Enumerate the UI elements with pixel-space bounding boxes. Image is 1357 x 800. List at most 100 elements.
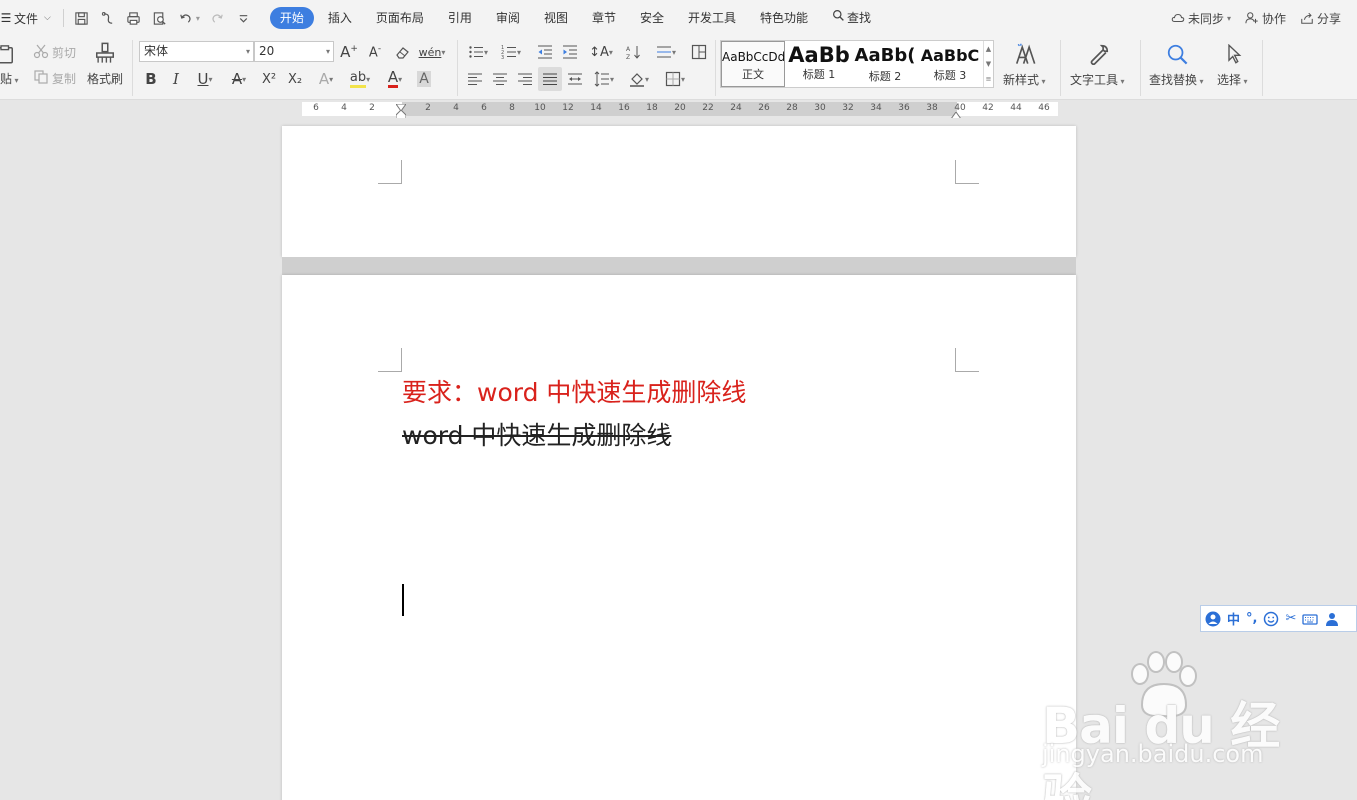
show-hide-marks-button[interactable] bbox=[688, 41, 710, 63]
style-heading-3[interactable]: AaBbC 标题 3 bbox=[918, 41, 982, 87]
right-indent-marker[interactable] bbox=[950, 109, 962, 120]
clear-format-button[interactable] bbox=[392, 41, 414, 63]
style-heading-2[interactable]: AaBb( 标题 2 bbox=[853, 41, 917, 87]
style-normal[interactable]: AaBbCcDd 正文 bbox=[721, 41, 785, 87]
ime-mode-toggle[interactable]: 中 bbox=[1227, 609, 1240, 628]
redo-button[interactable] bbox=[206, 6, 230, 30]
requirement-text[interactable]: 要求：word 中快速生成删除线 bbox=[402, 373, 746, 409]
align-left-button[interactable] bbox=[464, 68, 486, 90]
share-icon bbox=[1301, 12, 1313, 24]
style-heading-1[interactable]: AaBb 标题 1 bbox=[787, 41, 851, 87]
text-effect-button[interactable]: A ▾ bbox=[311, 68, 341, 90]
print-button[interactable] bbox=[122, 6, 146, 30]
horizontal-ruler[interactable]: 6 4 2 2 4 6 8 10 12 14 16 18 20 22 24 26 28 30 32 34 36 38 40 4… bbox=[0, 100, 1357, 120]
punctuation-icon[interactable]: °, bbox=[1246, 611, 1257, 626]
borders-button[interactable]: ▾ bbox=[661, 68, 689, 90]
tab-review[interactable]: 审阅 bbox=[486, 7, 530, 29]
tab-special-features[interactable]: 特色功能 bbox=[750, 7, 818, 29]
format-painter-button[interactable]: 格式刷 bbox=[87, 70, 123, 87]
cut-button[interactable]: 剪切 bbox=[52, 44, 76, 61]
copy-icon[interactable] bbox=[32, 68, 50, 86]
undo-dropdown-icon[interactable]: ▾ bbox=[196, 14, 200, 23]
line-spacing-adjust-button[interactable]: ▾ bbox=[652, 41, 680, 63]
underline-button[interactable]: U ▾ bbox=[190, 68, 220, 90]
tab-security[interactable]: 安全 bbox=[630, 7, 674, 29]
scissors-icon[interactable]: ✂ bbox=[1285, 611, 1296, 626]
numbering-button[interactable]: 1 2 3 ▾ bbox=[497, 41, 525, 63]
tab-section[interactable]: 章节 bbox=[582, 7, 626, 29]
copy-button[interactable]: 复制 bbox=[52, 70, 76, 87]
chevron-up-icon[interactable]: ▲ bbox=[986, 45, 991, 53]
tab-view[interactable]: 视图 bbox=[534, 7, 578, 29]
first-line-indent-marker[interactable] bbox=[395, 101, 407, 112]
strikethrough-text[interactable]: word 中快速生成删除线 bbox=[402, 416, 671, 452]
tab-home[interactable]: 开始 bbox=[269, 7, 314, 29]
page-1[interactable] bbox=[282, 126, 1076, 257]
align-center-button[interactable] bbox=[489, 68, 511, 90]
shading-button[interactable]: ▾ bbox=[625, 68, 653, 90]
justify-button[interactable] bbox=[538, 67, 562, 91]
file-menu[interactable]: ☰ 文件 ⌵ bbox=[0, 0, 57, 36]
sort-button[interactable]: AZ bbox=[623, 41, 645, 63]
new-style-button[interactable]: 新样式 ▾ bbox=[1003, 71, 1046, 88]
ime-logo-icon[interactable] bbox=[1205, 611, 1221, 627]
font-color-button[interactable]: A ▾ bbox=[380, 68, 410, 90]
tab-page-layout[interactable]: 页面布局 bbox=[366, 7, 434, 29]
output-pdf-button[interactable] bbox=[96, 6, 120, 30]
phonetic-guide-button[interactable]: wén ▾ bbox=[418, 41, 446, 63]
character-shading-button[interactable]: A bbox=[414, 68, 434, 90]
expand-gallery-icon[interactable]: ≡ bbox=[986, 75, 992, 83]
text-cursor bbox=[402, 584, 404, 616]
collaborate-button[interactable]: 协作 bbox=[1245, 10, 1286, 27]
styles-gallery-scroll[interactable]: ▲ ▼ ≡ bbox=[983, 41, 993, 87]
emoji-icon[interactable] bbox=[1263, 611, 1279, 627]
select-button[interactable]: 选择 ▾ bbox=[1217, 71, 1248, 88]
customize-toolbar-button[interactable] bbox=[232, 6, 256, 30]
keyboard-icon[interactable] bbox=[1302, 611, 1319, 627]
decrease-indent-button[interactable] bbox=[534, 41, 556, 63]
bold-button[interactable]: B bbox=[140, 68, 162, 90]
text-direction-button[interactable]: ↕A ▾ bbox=[587, 41, 615, 63]
new-style-icon[interactable] bbox=[1010, 40, 1040, 68]
paste-button[interactable] bbox=[0, 42, 18, 66]
wrench-icon[interactable] bbox=[1085, 40, 1113, 68]
paste-label[interactable]: 贴 ▾ bbox=[0, 70, 19, 87]
subscript-button[interactable]: X₂ bbox=[283, 68, 307, 90]
superscript-button[interactable]: X² bbox=[257, 68, 281, 90]
divider bbox=[1262, 40, 1263, 96]
bullets-button[interactable]: ▾ bbox=[464, 41, 492, 63]
paste-icon bbox=[0, 45, 13, 64]
ime-toolbar[interactable]: 中 °, ✂ bbox=[1200, 605, 1357, 632]
print-preview-button[interactable] bbox=[148, 6, 172, 30]
text-tools-button[interactable]: 文字工具 ▾ bbox=[1070, 71, 1125, 88]
sync-status-button[interactable]: 未同步 ▾ bbox=[1171, 10, 1231, 27]
user-icon[interactable] bbox=[1324, 611, 1340, 627]
align-right-button[interactable] bbox=[514, 68, 536, 90]
tab-developer[interactable]: 开发工具 bbox=[678, 7, 746, 29]
increase-indent-button[interactable] bbox=[559, 41, 581, 63]
cut-icon[interactable] bbox=[32, 42, 50, 60]
font-name-select[interactable]: 宋体 ▾ bbox=[139, 41, 254, 62]
cursor-icon[interactable] bbox=[1220, 40, 1248, 68]
distributed-align-button[interactable] bbox=[564, 68, 586, 90]
find-replace-button[interactable]: 查找替换 ▾ bbox=[1149, 71, 1204, 88]
save-button[interactable] bbox=[70, 6, 94, 30]
tab-references[interactable]: 引用 bbox=[438, 7, 482, 29]
page-2[interactable]: 要求：word 中快速生成删除线 word 中快速生成删除线 bbox=[282, 275, 1076, 800]
chevron-down-icon[interactable]: ▼ bbox=[986, 60, 991, 68]
strikethrough-button[interactable]: A ▾ bbox=[224, 68, 254, 90]
outdent-icon bbox=[538, 45, 552, 59]
undo-button[interactable] bbox=[174, 6, 198, 30]
line-spacing-button[interactable]: ▾ bbox=[590, 68, 618, 90]
divider bbox=[1060, 40, 1061, 96]
find-replace-icon[interactable] bbox=[1163, 40, 1191, 68]
decrease-font-size-button[interactable]: A- bbox=[364, 41, 386, 63]
increase-font-size-button[interactable]: A+ bbox=[338, 41, 360, 63]
share-button[interactable]: 分享 bbox=[1300, 10, 1341, 27]
tab-search[interactable]: 查找 bbox=[822, 7, 881, 29]
highlight-button[interactable]: ab ▾ bbox=[345, 68, 375, 90]
tab-insert[interactable]: 插入 bbox=[318, 7, 362, 29]
format-painter-icon[interactable] bbox=[92, 40, 118, 66]
italic-button[interactable]: I bbox=[165, 68, 187, 90]
font-size-select[interactable]: 20 ▾ bbox=[254, 41, 334, 62]
